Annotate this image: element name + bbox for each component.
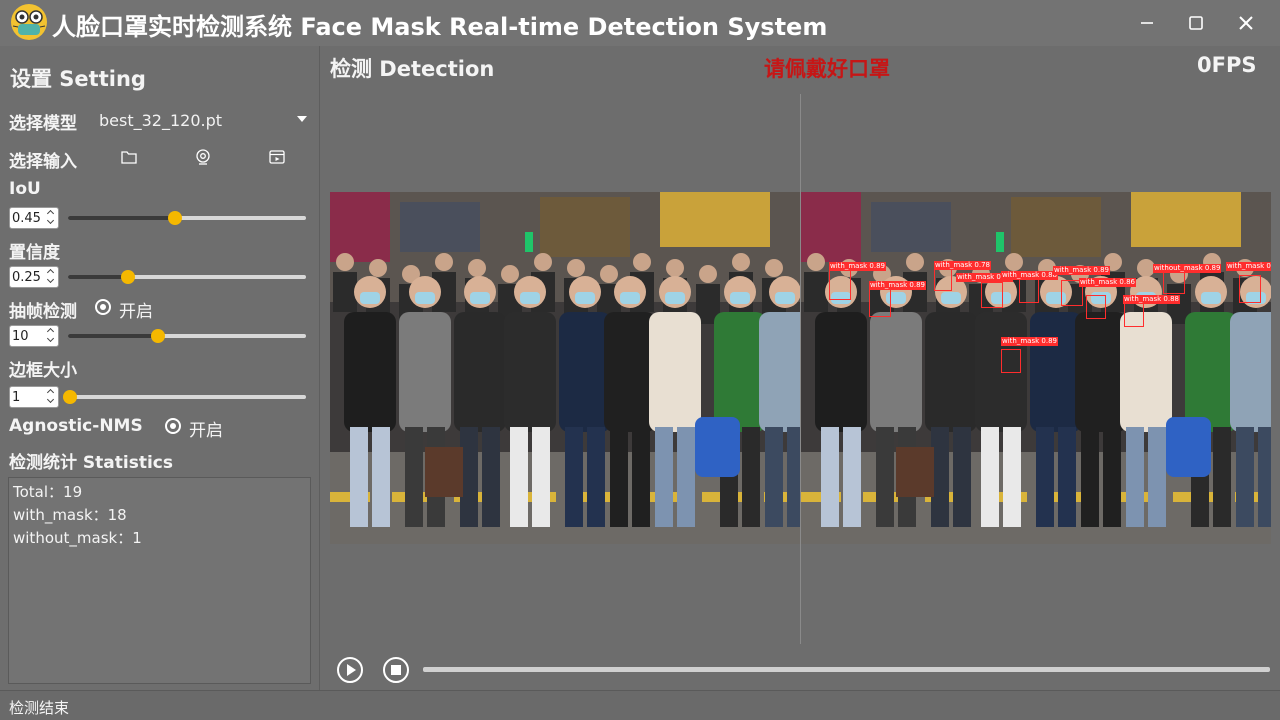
status-bar: 检测结束 — [0, 690, 1280, 720]
iou-slider[interactable] — [68, 210, 306, 226]
box-size-decrement-icon[interactable] — [46, 397, 56, 406]
iou-decrement-icon[interactable] — [46, 218, 56, 227]
settings-panel: 设置 Setting 选择模型 best_32_120.pt 选择输入 IoU … — [0, 46, 320, 690]
slider-handle[interactable] — [151, 329, 165, 343]
close-icon — [1239, 16, 1253, 30]
detection-box — [1086, 295, 1106, 319]
detection-box — [829, 270, 851, 300]
chevron-down-icon[interactable] — [297, 116, 307, 122]
confidence-spinbox[interactable] — [9, 266, 59, 288]
agnostic-nms-label: Agnostic-NMS — [9, 416, 143, 436]
detected-image: with_mask 0.89 with_mask 0.89 with_mask 0.… — [801, 192, 1271, 544]
agnostic-nms-toggle-label: 开启 — [189, 421, 223, 441]
detection-box — [981, 282, 1003, 308]
frame-skip-toggle-label: 开启 — [119, 302, 153, 322]
slider-handle[interactable] — [168, 211, 182, 225]
video-icon[interactable] — [268, 148, 286, 166]
detection-label: with_mask 0.88 — [1001, 271, 1058, 280]
model-label: 选择模型 — [9, 114, 77, 134]
close-button[interactable] — [1231, 8, 1261, 38]
box-size-input[interactable] — [12, 389, 46, 405]
title-bar: 人脸口罩实时检测系统 Face Mask Real-time Detection… — [0, 0, 1280, 46]
webcam-icon[interactable] — [194, 148, 212, 166]
minimize-button[interactable] — [1132, 8, 1162, 38]
folder-icon[interactable] — [120, 148, 138, 166]
detection-label: with_mask 0.89 — [869, 281, 926, 290]
statistics-box: Total：19 with_mask：18 without_mask：1 — [8, 477, 311, 684]
frame-skip-radio[interactable] — [95, 299, 111, 315]
stat-with-mask: with_mask：18 — [13, 506, 127, 524]
agnostic-nms-radio[interactable] — [165, 418, 181, 434]
detection-box — [1001, 349, 1021, 373]
model-select[interactable]: best_32_120.pt — [99, 111, 222, 130]
box-size-label: 边框大小 — [9, 361, 77, 381]
stop-button[interactable] — [383, 657, 409, 683]
detection-label: with_mask 0.89 — [1053, 266, 1110, 275]
frame-skip-decrement-icon[interactable] — [46, 336, 56, 345]
stat-without-mask: without_mask：1 — [13, 529, 142, 547]
status-text: 检测结束 — [9, 699, 70, 717]
detection-label: without_mask 0.89 — [1153, 264, 1222, 273]
source-image — [330, 192, 800, 544]
maximize-icon — [1189, 16, 1203, 30]
iou-label: IoU — [9, 179, 41, 199]
box-size-slider[interactable] — [63, 389, 306, 405]
confidence-slider[interactable] — [68, 269, 306, 285]
frame-skip-spinbox[interactable] — [9, 325, 59, 347]
settings-title: 设置 Setting — [10, 67, 146, 91]
detection-label: with_mask 0.88 — [1123, 295, 1180, 304]
progress-bar[interactable] — [423, 667, 1270, 672]
iou-spinbox[interactable] — [9, 207, 59, 229]
input-label: 选择输入 — [9, 152, 77, 172]
app-title: 人脸口罩实时检测系统 Face Mask Real-time Detection… — [52, 13, 828, 41]
stat-total: Total：19 — [13, 483, 83, 501]
detection-label: with_mask 0.89 — [1001, 337, 1058, 346]
confidence-input[interactable] — [12, 269, 46, 285]
statistics-title: 检测统计 Statistics — [9, 453, 173, 473]
confidence-decrement-icon[interactable] — [46, 277, 56, 286]
mask-face-logo-icon — [11, 4, 47, 40]
detection-label: with_mask 0.88 — [1226, 262, 1271, 271]
detection-box — [1019, 279, 1039, 303]
minimize-icon — [1141, 22, 1153, 24]
detection-box — [869, 289, 891, 317]
mask-warning: 请佩戴好口罩 — [764, 57, 890, 81]
detection-title: 检测 Detection — [330, 57, 495, 81]
detection-box — [934, 269, 952, 291]
detection-box — [1239, 275, 1261, 303]
frame-skip-label: 抽帧检测 — [9, 302, 77, 322]
detection-box — [1124, 303, 1144, 327]
confidence-label: 置信度 — [9, 243, 60, 263]
maximize-button[interactable] — [1181, 8, 1211, 38]
detection-label: with_mask 0.89 — [829, 262, 886, 271]
detection-label: with_mask 0.86 — [1079, 278, 1136, 287]
play-button[interactable] — [337, 657, 363, 683]
frame-skip-input[interactable] — [12, 328, 46, 344]
fps-counter: 0FPS — [1197, 53, 1257, 77]
slider-handle[interactable] — [63, 390, 77, 404]
box-size-spinbox[interactable] — [9, 386, 59, 408]
iou-input[interactable] — [12, 210, 46, 226]
slider-handle[interactable] — [121, 270, 135, 284]
frame-skip-slider[interactable] — [68, 328, 306, 344]
detection-label: with_mask 0.78 — [934, 261, 991, 270]
